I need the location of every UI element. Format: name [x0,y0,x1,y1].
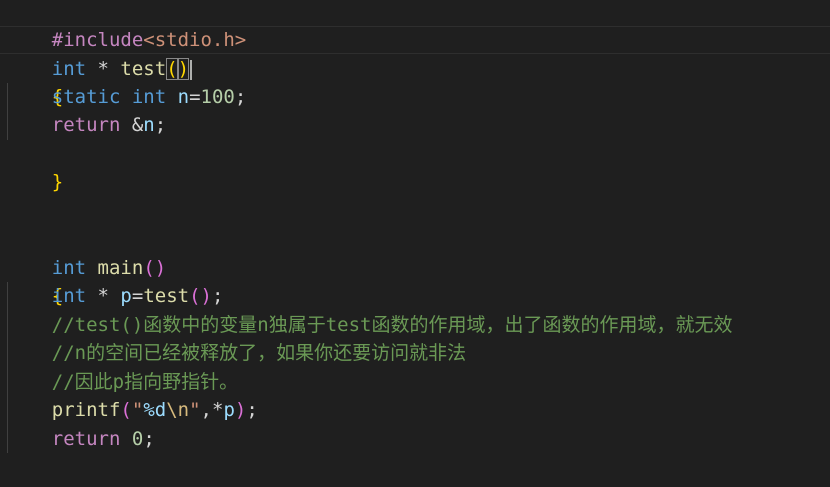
operator: = [189,85,201,108]
semicolon: ; [143,427,155,450]
open-paren: ( [166,58,178,80]
escape-sequence: \n [166,399,190,421]
comment: //因此p指向野指针。 [51,370,239,393]
code-line[interactable]: //n的空间已经被释放了，如果你还要访问就非法 [0,339,466,368]
code-line[interactable]: int main() [0,225,166,279]
code-editor[interactable]: #include<stdio.h> int * test() { static … [0,0,830,487]
code-line-empty[interactable] [0,168,6,197]
open-paren: ( [120,399,132,421]
function-name: test [120,58,167,80]
function-call: printf [51,399,121,421]
operator: * [86,58,121,80]
code-line-empty[interactable] [0,197,6,226]
function-call: test [143,285,190,307]
return-keyword: return [51,114,121,136]
variable: p [120,285,132,307]
close-paren: ) [200,285,212,307]
close-brace: } [51,171,64,193]
semicolon: ; [246,399,258,421]
comment: //n的空间已经被释放了，如果你还要访问就非法 [51,342,467,364]
code-line-current[interactable]: int * test() [0,25,830,80]
code-line[interactable]: { [0,254,63,307]
code-line[interactable]: return 0; [0,425,155,454]
return-keyword: return [51,427,121,450]
number-literal: 100 [200,85,235,108]
comment: //test()函数中的变量n独属于test函数的作用域，出了函数的作用域，就无… [51,313,733,336]
code-line[interactable]: printf("%d\n",*p); [0,396,258,425]
semicolon: ; [154,114,167,136]
format-specifier: %d [143,399,167,421]
code-line[interactable]: static int n=100; [0,83,247,112]
semicolon: ; [234,85,247,108]
string-quote: " [131,399,144,421]
variable: n [177,85,190,108]
close-paren: ) [234,399,247,421]
type-keyword: int [51,285,87,307]
code-line[interactable]: { [0,54,63,108]
function-name: main [97,256,144,279]
semicolon: ; [212,285,224,307]
close-paren: ) [154,256,167,279]
open-paren: ( [189,285,201,307]
code-line[interactable]: return &n; [0,111,166,140]
variable: p [223,399,235,421]
operator: ,* [200,399,224,421]
code-line[interactable]: #include<stdio.h> [0,0,246,51]
operator: & [120,114,144,136]
code-line[interactable]: } [0,140,63,193]
code-line[interactable]: } [0,453,63,487]
code-line[interactable]: //test()函数中的变量n独属于test函数的作用域，出了函数的作用域，就无… [0,311,733,340]
operator: * [86,285,121,307]
string-quote: " [189,399,201,421]
code-line[interactable]: int * p=test(); [0,282,224,311]
code-line[interactable]: //因此p指向野指针。 [0,368,238,397]
variable: n [143,114,155,136]
operator: = [131,285,144,307]
close-paren: ) [177,58,190,80]
open-paren: ( [143,256,155,279]
text-cursor [190,59,193,80]
type-keyword: int [131,85,167,108]
number-literal: 0 [131,427,144,450]
storage-keyword: static [51,85,121,108]
